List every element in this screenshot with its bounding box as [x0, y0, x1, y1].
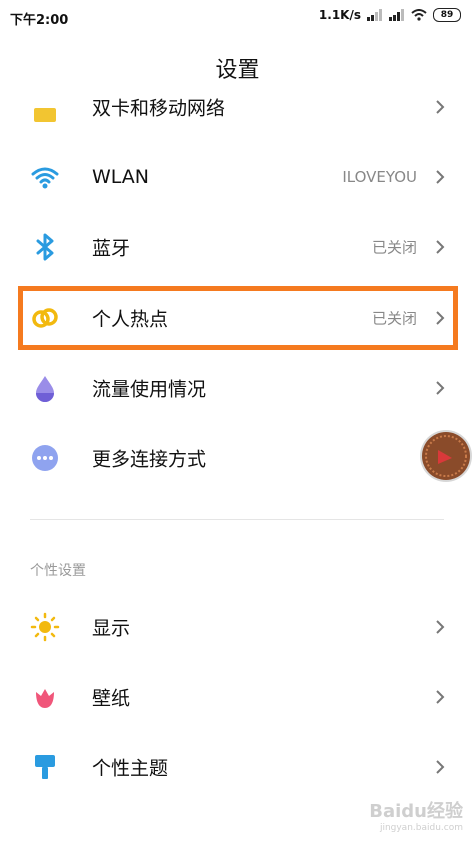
watermark-sub: jingyan.baidu.com [379, 823, 463, 833]
status-time: 下午2:00 [10, 13, 69, 28]
settings-row-sim[interactable]: 双卡和移动网络 [0, 72, 475, 142]
network-speed: 1.1K/s [318, 8, 361, 22]
chevron-right-icon [436, 381, 445, 395]
chevron-right-icon [436, 620, 445, 634]
chevron-right-icon [436, 690, 445, 704]
settings-row-display[interactable]: 显示 [0, 592, 475, 662]
settings-row-label: 个性主题 [92, 757, 169, 780]
status-bar: 下午2:00 1.1K/s 89 [0, 0, 475, 34]
settings-row-more-connections[interactable]: 更多连接方式 [0, 423, 475, 493]
chevron-right-icon [436, 100, 445, 114]
wifi-icon [31, 167, 59, 189]
settings-row-label: 流量使用情况 [92, 378, 207, 401]
chevron-right-icon [436, 240, 445, 254]
floating-button[interactable] [422, 432, 470, 480]
bluetooth-icon [36, 233, 54, 261]
settings-row-label: 双卡和移动网络 [92, 97, 226, 120]
settings-row-label: 显示 [92, 617, 131, 640]
settings-row-wallpaper[interactable]: 壁纸 [0, 662, 475, 732]
watermark: Baidu经验 jingyan.baidu.com [369, 797, 463, 833]
settings-row-theme[interactable]: 个性主题 [0, 732, 475, 802]
watermark-text: Baidu经验 [369, 801, 463, 822]
data-usage-icon [36, 376, 54, 402]
more-connections-icon [32, 445, 58, 471]
chevron-right-icon [436, 760, 445, 774]
signal-icon [367, 9, 382, 21]
wifi-status-icon [411, 9, 427, 21]
settings-row-label: 更多连接方式 [92, 448, 207, 471]
chevron-right-icon [436, 170, 445, 184]
floating-badge-icon [425, 435, 467, 477]
theme-brush-icon [35, 755, 55, 779]
settings-row-value: ILOVEYOU [342, 168, 417, 186]
section-divider [30, 519, 444, 520]
settings-row-label: WLAN [92, 166, 150, 188]
status-right: 1.1K/s 89 [319, 8, 461, 22]
settings-row-value: 已关闭 [371, 238, 417, 257]
sim-icon [34, 108, 56, 122]
highlight-box [18, 286, 458, 350]
settings-row-label: 壁纸 [92, 687, 131, 710]
settings-row-bluetooth[interactable]: 蓝牙 已关闭 [0, 212, 475, 282]
battery-icon: 89 [433, 8, 461, 22]
settings-row-label: 蓝牙 [92, 237, 131, 260]
settings-row-data-usage[interactable]: 流量使用情况 [0, 353, 475, 423]
settings-row-wlan[interactable]: WLAN ILOVEYOU [0, 142, 475, 212]
brightness-icon [30, 612, 60, 642]
wallpaper-icon [36, 689, 54, 708]
section-title: 个性设置 [30, 563, 86, 579]
signal-icon-2 [389, 9, 404, 21]
